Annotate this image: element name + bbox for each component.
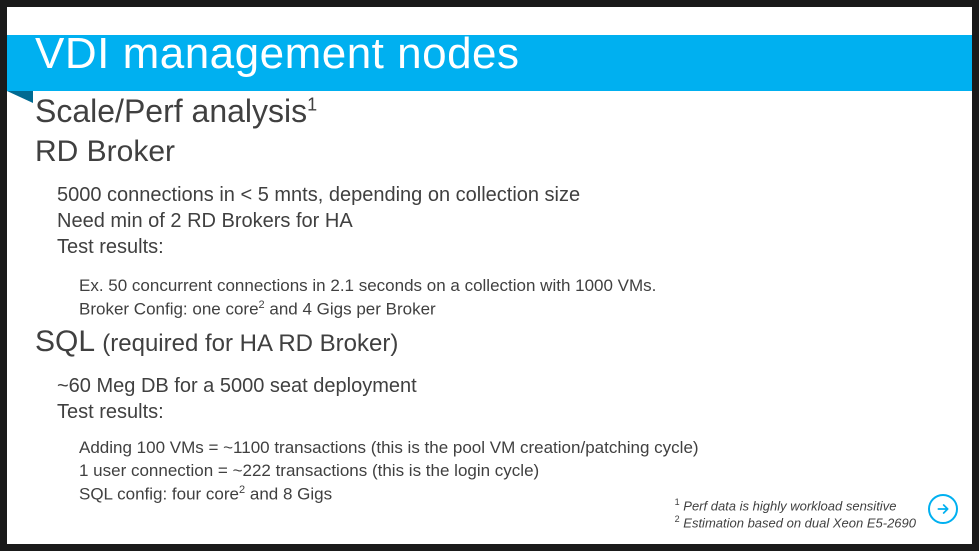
body-line: ~60 Meg DB for a 5000 seat deployment	[57, 373, 417, 399]
title-decoration	[7, 91, 33, 103]
footnotes: 1 Perf data is highly workload sensitive…	[675, 497, 916, 532]
sql-body: ~60 Meg DB for a 5000 seat deployment Te…	[57, 373, 417, 425]
footnote-text: Estimation based on dual Xeon E5-2690	[680, 516, 916, 531]
rd-broker-sub: Ex. 50 concurrent connections in 2.1 sec…	[79, 275, 656, 322]
rd-broker-body: 5000 connections in < 5 mnts, depending …	[57, 182, 580, 260]
text-part: SQL config: four core	[79, 485, 239, 504]
slide: VDI management nodes Scale/Perf analysis…	[7, 7, 972, 544]
heading-sql-paren: (required for HA RD Broker)	[102, 330, 398, 357]
body-line: 1 user connection = ~222 transactions (t…	[79, 460, 699, 483]
heading-sql-main: SQL	[35, 325, 102, 358]
sql-sub: Adding 100 VMs = ~1100 transactions (thi…	[79, 437, 699, 506]
text-part: and 8 Gigs	[245, 485, 332, 504]
text-part: and 4 Gigs per Broker	[265, 300, 436, 319]
subtitle-text: Scale/Perf analysis	[35, 93, 307, 129]
subtitle-scale-perf: Scale/Perf analysis1	[35, 93, 317, 130]
body-line: Ex. 50 concurrent connections in 2.1 sec…	[79, 275, 656, 298]
subtitle-sup: 1	[307, 94, 317, 114]
arrow-right-icon	[935, 501, 951, 517]
heading-rd-broker: RD Broker	[35, 135, 175, 169]
body-line: Adding 100 VMs = ~1100 transactions (thi…	[79, 437, 699, 460]
slide-title: VDI management nodes	[35, 29, 520, 79]
body-line: Test results:	[57, 234, 580, 260]
body-line: 5000 connections in < 5 mnts, depending …	[57, 182, 580, 208]
next-slide-button[interactable]	[928, 494, 958, 524]
body-line: SQL config: four core2 and 8 Gigs	[79, 483, 699, 507]
footnote-text: Perf data is highly workload sensitive	[680, 498, 897, 513]
body-line: Broker Config: one core2 and 4 Gigs per …	[79, 298, 656, 322]
body-line: Need min of 2 RD Brokers for HA	[57, 208, 580, 234]
text-part: Broker Config: one core	[79, 300, 259, 319]
body-line: Test results:	[57, 399, 417, 425]
footnote-2: 2 Estimation based on dual Xeon E5-2690	[675, 514, 916, 532]
heading-sql: SQL (required for HA RD Broker)	[35, 325, 398, 359]
footnote-1: 1 Perf data is highly workload sensitive	[675, 497, 916, 515]
